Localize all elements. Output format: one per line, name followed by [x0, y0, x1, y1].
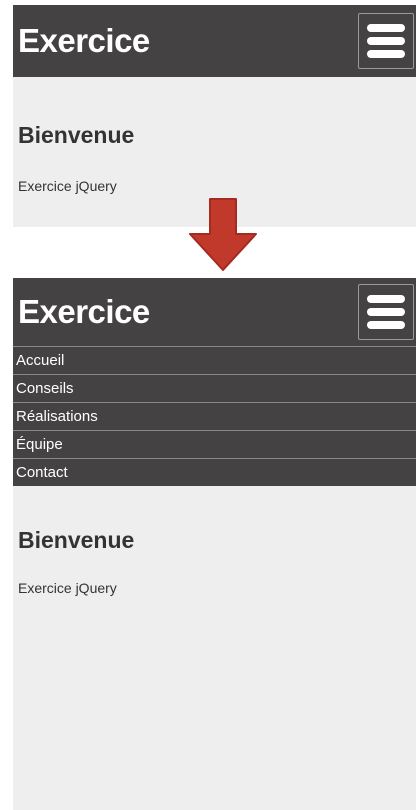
brand-title[interactable]: Exercice [18, 22, 150, 60]
page-heading: Bienvenue [18, 527, 135, 553]
hamburger-line [367, 50, 405, 58]
page-before: Exercice Bienvenue Exercice jQuery [13, 5, 416, 227]
hamburger-icon[interactable] [358, 284, 414, 340]
nav-item-contact[interactable]: Contact [13, 458, 416, 486]
hamburger-line [367, 321, 405, 329]
hamburger-icon[interactable] [358, 13, 414, 69]
nav-item-equipe[interactable]: Équipe [13, 430, 416, 458]
brand-title[interactable]: Exercice [18, 293, 150, 331]
arrow-down-icon [189, 198, 257, 271]
page-text: Exercice jQuery [18, 178, 117, 194]
hamburger-line [367, 24, 405, 32]
nav-item-conseils[interactable]: Conseils [13, 374, 416, 402]
hamburger-line [367, 308, 405, 316]
hamburger-line [367, 295, 405, 303]
main-content: Bienvenue Exercice jQuery [13, 486, 416, 596]
page-after: Exercice Accueil Conseils Réalisations É… [13, 278, 416, 810]
header-bar: Exercice [13, 278, 416, 346]
nav-item-realisations[interactable]: Réalisations [13, 402, 416, 430]
page-heading: Bienvenue [18, 122, 135, 148]
nav-item-accueil[interactable]: Accueil [13, 346, 416, 374]
nav-menu: Accueil Conseils Réalisations Équipe Con… [13, 346, 416, 486]
main-content: Bienvenue Exercice jQuery [13, 77, 416, 194]
hamburger-line [367, 37, 405, 45]
header-bar: Exercice [13, 5, 416, 77]
page-text: Exercice jQuery [18, 580, 117, 596]
